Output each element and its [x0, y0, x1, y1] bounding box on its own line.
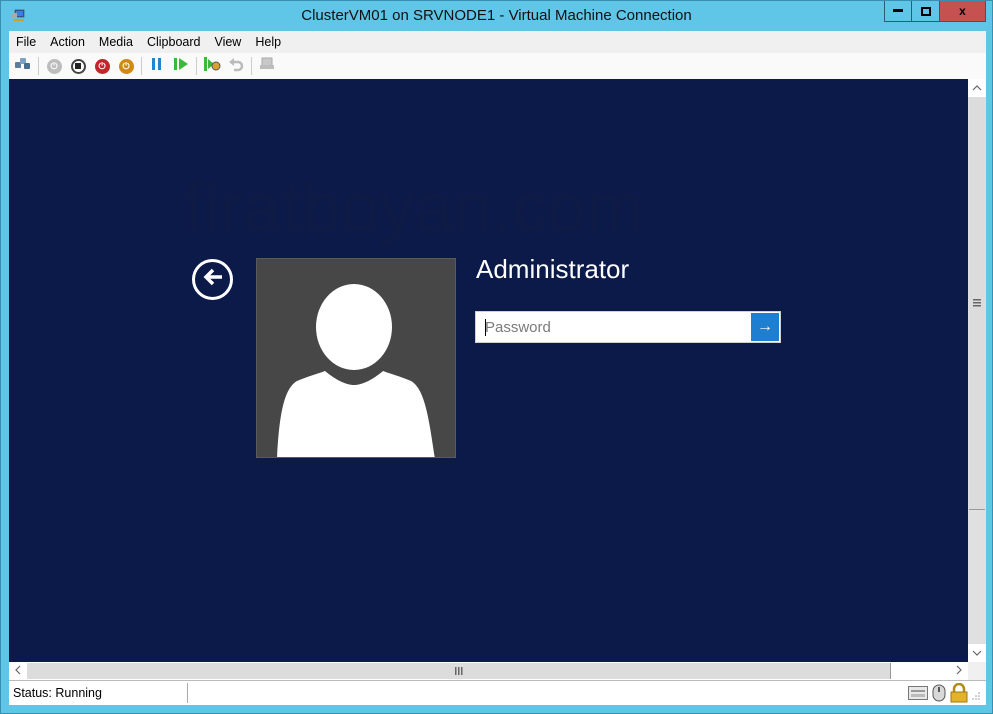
- menu-view[interactable]: View: [207, 31, 248, 53]
- submit-button[interactable]: →: [751, 313, 779, 341]
- toolbar-separator: [251, 57, 252, 75]
- title-bar: ClusterVM01 on SRVNODE1 - Virtual Machin…: [1, 1, 992, 31]
- horizontal-scroll-thumb[interactable]: [27, 663, 891, 679]
- vertical-scroll-thumb[interactable]: [969, 97, 985, 510]
- checkpoint-button[interactable]: [201, 55, 223, 77]
- maximize-button[interactable]: [912, 1, 940, 22]
- menu-clipboard[interactable]: Clipboard: [140, 31, 208, 53]
- password-input[interactable]: [476, 312, 750, 342]
- resize-grip-icon[interactable]: [972, 687, 980, 705]
- user-avatar: [256, 258, 456, 458]
- grip-icon: [973, 294, 981, 312]
- toolbar-separator: [141, 57, 142, 75]
- arrow-left-icon: [202, 268, 224, 291]
- chevron-up-icon: [972, 83, 982, 94]
- turn-off-button[interactable]: [67, 55, 89, 77]
- scroll-right-button[interactable]: [950, 662, 968, 680]
- checkpoint-icon: [203, 56, 221, 77]
- minimize-button[interactable]: [884, 1, 912, 22]
- shutdown-icon: ⏻: [94, 58, 110, 74]
- vm-connection-window: ClusterVM01 on SRVNODE1 - Virtual Machin…: [0, 0, 993, 714]
- user-silhouette-icon: [277, 284, 435, 457]
- resume-icon: [173, 57, 189, 76]
- lock-icon: [950, 682, 968, 708]
- scroll-left-button[interactable]: [9, 662, 27, 680]
- stop-icon: [70, 58, 86, 74]
- ctrl-alt-del-button[interactable]: [12, 55, 34, 77]
- vm-status: Status: Running: [13, 686, 102, 700]
- start-button[interactable]: ⏻: [43, 55, 65, 77]
- menu-file[interactable]: File: [9, 31, 43, 53]
- enhanced-session-button[interactable]: [256, 55, 278, 77]
- menu-bar: File Action Media Clipboard View Help: [9, 31, 986, 53]
- mouse-icon: [932, 684, 946, 707]
- username-label: Administrator: [476, 254, 630, 284]
- grip-icon: [454, 662, 463, 680]
- status-bar: Status: Running: [9, 680, 986, 705]
- window-title: ClusterVM01 on SRVNODE1 - Virtual Machin…: [301, 7, 692, 24]
- save-button[interactable]: ⏻: [115, 55, 137, 77]
- menu-help[interactable]: Help: [248, 31, 288, 53]
- power-icon: ⏻: [46, 58, 62, 74]
- scroll-down-button[interactable]: [968, 644, 986, 662]
- chevron-down-icon: [972, 648, 982, 659]
- text-caret: [485, 319, 486, 336]
- vertical-scrollbar[interactable]: [968, 79, 986, 662]
- scrollbar-corner: [968, 662, 986, 680]
- resume-button[interactable]: [170, 55, 192, 77]
- pause-button[interactable]: [146, 55, 168, 77]
- menu-action[interactable]: Action: [43, 31, 92, 53]
- back-button[interactable]: [192, 259, 233, 300]
- enhanced-session-icon: [259, 56, 275, 77]
- scroll-up-button[interactable]: [968, 79, 986, 97]
- vm-display[interactable]: firatboyan.com Administrator →: [9, 79, 968, 662]
- ctrl-alt-del-icon: [14, 56, 32, 77]
- revert-icon: [228, 56, 244, 77]
- close-button[interactable]: x: [940, 1, 986, 22]
- menu-media[interactable]: Media: [92, 31, 140, 53]
- revert-button[interactable]: [225, 55, 247, 77]
- save-state-icon: ⏻: [118, 58, 134, 74]
- watermark-text: firatboyan.com: [184, 170, 644, 246]
- horizontal-scrollbar[interactable]: [9, 662, 968, 680]
- toolbar: ⏻ ⏻ ⏻: [9, 53, 986, 79]
- pause-icon: [151, 57, 163, 76]
- shut-down-button[interactable]: ⏻: [91, 55, 113, 77]
- status-separator: [187, 683, 188, 703]
- chevron-right-icon: [956, 665, 962, 678]
- chevron-left-icon: [15, 665, 21, 678]
- toolbar-separator: [196, 57, 197, 75]
- toolbar-separator: [38, 57, 39, 75]
- keyboard-icon: [908, 686, 928, 705]
- arrow-right-icon: →: [757, 318, 773, 335]
- password-box: →: [475, 311, 781, 343]
